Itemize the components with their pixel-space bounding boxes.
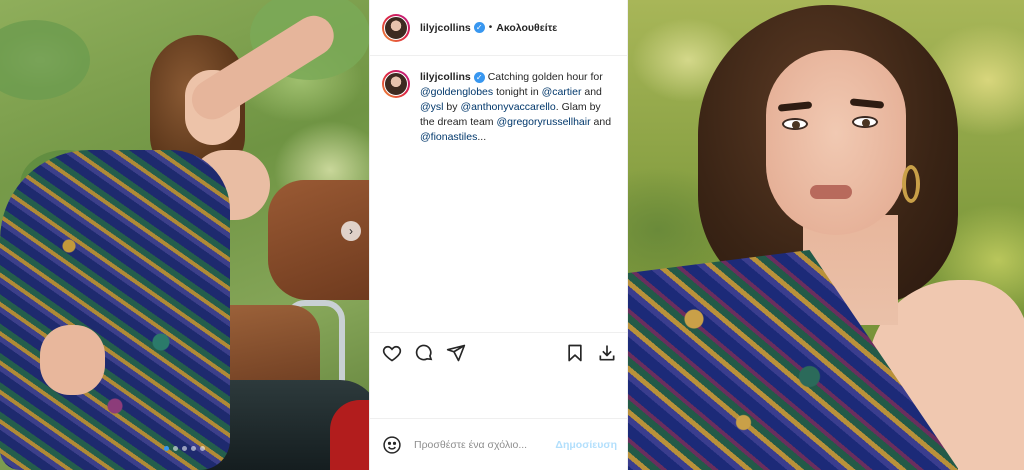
mention-link[interactable]: @ysl <box>420 101 444 113</box>
subject-face <box>766 50 906 235</box>
carousel-next-button[interactable]: › <box>341 221 361 241</box>
post-comment-button[interactable]: Δημοσίευση <box>555 439 617 451</box>
comment-input[interactable]: Προσθέστε ένα σχόλιο... <box>414 439 555 451</box>
verified-badge-icon: ✓ <box>473 22 485 33</box>
download-icon[interactable] <box>597 343 617 363</box>
share-icon[interactable] <box>446 343 466 363</box>
mention-link[interactable]: @gregoryrussellhair <box>496 116 590 128</box>
comment-icon[interactable] <box>414 343 434 363</box>
caption-comment: lilyjcollins ✓ Catching golden hour for @… <box>370 56 627 145</box>
caption-username[interactable]: lilyjcollins <box>420 71 471 83</box>
avatar[interactable] <box>382 13 410 42</box>
caption-segment: by <box>446 101 458 113</box>
post-photo-carousel[interactable]: › <box>0 0 369 470</box>
caption-segment: and <box>593 116 612 128</box>
header-username[interactable]: lilyjcollins <box>420 22 471 34</box>
post-header: lilyjcollins ✓ • Ακολουθείτε <box>370 0 627 56</box>
carousel-dot <box>182 446 187 451</box>
carousel-dot <box>200 446 205 451</box>
emoji-icon[interactable] <box>382 435 402 455</box>
subject-hand <box>40 325 105 395</box>
add-comment-bar: Προσθέστε ένα σχόλιο... Δημοσίευση <box>370 418 629 470</box>
action-bar-right <box>565 343 617 363</box>
bookmark-icon[interactable] <box>565 343 585 363</box>
action-bar <box>370 332 629 372</box>
cactus-pad <box>0 20 90 100</box>
mention-link[interactable]: @cartier <box>542 86 582 98</box>
carousel-dot <box>164 446 169 451</box>
separator-dot: • <box>488 22 493 33</box>
carousel-dots <box>0 446 369 451</box>
caption-text: lilyjcollins ✓ Catching golden hour for @… <box>420 70 615 145</box>
following-button[interactable]: Ακολουθείτε <box>496 22 557 34</box>
subject-eye <box>782 118 808 130</box>
earring <box>902 165 920 203</box>
carousel-dot <box>191 446 196 451</box>
subject-dress <box>0 150 230 470</box>
mention-link[interactable]: @goldenglobes <box>420 86 493 98</box>
subject-lips <box>810 185 852 199</box>
scooter-fender <box>330 400 369 470</box>
mention-link[interactable]: @fionastiles <box>420 131 477 143</box>
subject-eye <box>852 116 878 128</box>
portrait-photo <box>628 0 1024 470</box>
post-side-panel: lilyjcollins ✓ • Ακολουθείτε lilyjcollin… <box>369 0 629 470</box>
avatar[interactable] <box>382 70 410 98</box>
mention-link[interactable]: @anthonyvaccarello <box>460 101 555 113</box>
caption-segment: Catching golden hour for <box>487 71 603 83</box>
caption-segment: and <box>584 86 602 98</box>
caption-segment: . <box>555 101 559 113</box>
carousel-dot <box>173 446 178 451</box>
chevron-right-icon: › <box>349 224 353 238</box>
caption-segment: ... <box>477 131 487 143</box>
verified-badge-icon: ✓ <box>473 71 485 83</box>
heart-icon[interactable] <box>382 343 402 363</box>
caption-segment: tonight in <box>496 86 539 98</box>
